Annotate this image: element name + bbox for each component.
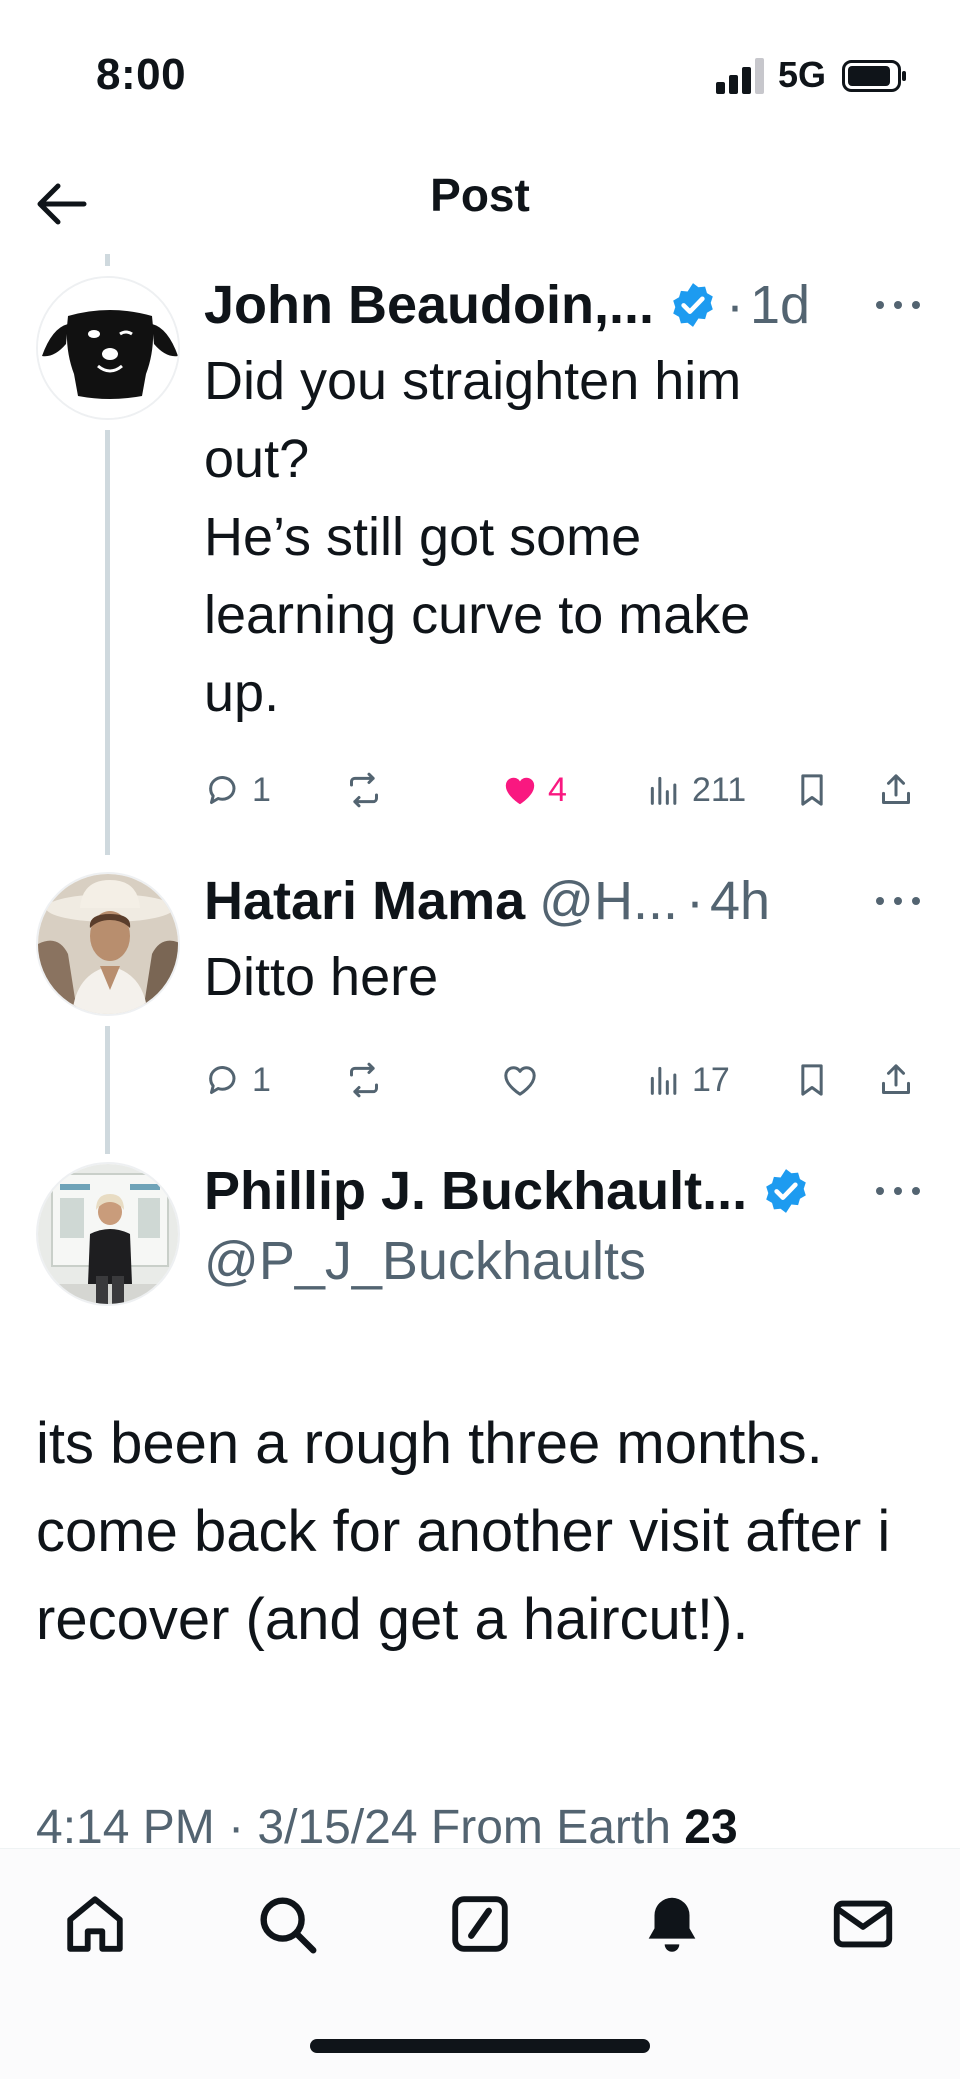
status-time: 8:00 <box>96 50 187 99</box>
reply-tweet-2[interactable]: Hatari Mama @H... · 4h Ditto here 1 17 <box>0 866 960 1156</box>
tweet-age[interactable]: 1d <box>750 274 810 336</box>
views-icon <box>650 776 677 805</box>
verified-badge-icon <box>766 1169 806 1213</box>
tweet-text: Did you straighten him out? He’s still g… <box>204 351 751 723</box>
repost-button[interactable] <box>344 1052 392 1108</box>
tweet-author-row: Hatari Mama @H... · 4h <box>204 866 770 936</box>
share-icon <box>882 1064 910 1094</box>
bookmark-button[interactable] <box>792 1052 832 1108</box>
dog-face-avatar-icon <box>38 278 178 418</box>
author-name[interactable]: John Beaudoin,... <box>204 274 654 336</box>
battery-icon <box>842 60 906 92</box>
home-icon <box>67 1896 123 1952</box>
tweet-timestamp: 4:14 PM · 3/15/24 From Earth <box>36 1801 671 1854</box>
separator-dot: · <box>726 275 744 335</box>
like-count: 4 <box>548 770 567 809</box>
reply-button[interactable]: 1 <box>204 1052 271 1108</box>
author-name[interactable]: Hatari Mama <box>204 870 525 932</box>
tweet-author-row: John Beaudoin,... · 1d <box>204 270 810 340</box>
tweet-actions: 1 4 211 <box>204 762 928 818</box>
author-handle[interactable]: @H... <box>539 870 678 932</box>
tab-messages[interactable] <box>828 1889 898 1959</box>
post-header: Post <box>0 150 960 260</box>
messages-icon <box>833 1900 893 1948</box>
repost-icon <box>350 772 378 808</box>
repost-icon <box>350 1062 378 1098</box>
bottom-tab-bar <box>0 1848 960 2079</box>
thread-line <box>105 254 110 266</box>
reply-icon <box>209 1066 236 1094</box>
reply-icon <box>209 776 236 804</box>
reply-count: 1 <box>252 1060 271 1099</box>
heart-outline-icon <box>504 1066 536 1096</box>
verified-badge-icon <box>673 283 713 327</box>
separator-dot: · <box>685 871 704 931</box>
handle-row: @P_J_Buckhaults <box>204 1226 646 1296</box>
like-button[interactable] <box>500 1052 548 1108</box>
notifications-icon <box>648 1897 696 1952</box>
thread-line <box>105 430 110 855</box>
home-indicator[interactable] <box>310 2039 650 2053</box>
view-count: 17 <box>692 1060 730 1099</box>
bookmark-icon <box>801 774 823 806</box>
avatar[interactable] <box>36 872 180 1016</box>
meta-count: 23 <box>684 1801 738 1854</box>
search-icon <box>260 1897 317 1954</box>
author-name[interactable]: Phillip J. Buckhault... <box>204 1160 747 1222</box>
view-count: 211 <box>692 770 747 809</box>
share-button[interactable] <box>876 762 916 818</box>
views-button[interactable]: 211 <box>644 762 746 818</box>
heart-filled-icon <box>505 777 535 805</box>
network-type: 5G <box>778 54 827 95</box>
tab-search[interactable] <box>252 1889 322 1959</box>
man-at-poster-avatar-icon <box>38 1164 178 1304</box>
main-tweet-text: its been a rough three months. come back… <box>36 1411 891 1652</box>
repost-button[interactable] <box>344 762 392 818</box>
tweet-age[interactable]: 4h <box>710 870 770 932</box>
cellular-signal-icon <box>716 58 764 94</box>
bookmark-button[interactable] <box>792 762 832 818</box>
tab-notifications[interactable] <box>637 1889 707 1959</box>
status-bar: 8:00 5G <box>0 0 960 150</box>
bookmark-icon <box>801 1064 823 1096</box>
thread-line <box>105 1026 110 1154</box>
more-options-icon[interactable] <box>870 1176 926 1206</box>
tweet-meta: 4:14 PM · 3/15/24 From Earth 23 <box>36 1800 738 1855</box>
avatar[interactable] <box>36 276 180 420</box>
tab-compose[interactable] <box>445 1889 515 1959</box>
share-icon <box>882 774 910 804</box>
share-button[interactable] <box>876 1052 916 1108</box>
reply-tweet-1[interactable]: John Beaudoin,... · 1d Did you straighte… <box>0 254 960 860</box>
avatar[interactable] <box>36 1162 180 1306</box>
author-handle[interactable]: @P_J_Buckhaults <box>204 1230 646 1292</box>
views-button[interactable]: 17 <box>644 1052 730 1108</box>
reply-button[interactable]: 1 <box>204 762 271 818</box>
compose-icon <box>452 1896 508 1952</box>
more-options-icon[interactable] <box>870 290 926 320</box>
page-title: Post <box>430 169 530 221</box>
like-button[interactable]: 4 <box>500 762 567 818</box>
tweet-author-row: Phillip J. Buckhault... <box>204 1156 811 1226</box>
tweet-actions: 1 17 <box>204 1052 928 1108</box>
tweet-text: Ditto here <box>204 947 439 1007</box>
tab-home[interactable] <box>60 1889 130 1959</box>
more-options-icon[interactable] <box>870 886 926 916</box>
woman-in-hat-avatar-icon <box>38 874 178 1014</box>
views-icon <box>650 1066 677 1095</box>
reply-count: 1 <box>252 770 271 809</box>
